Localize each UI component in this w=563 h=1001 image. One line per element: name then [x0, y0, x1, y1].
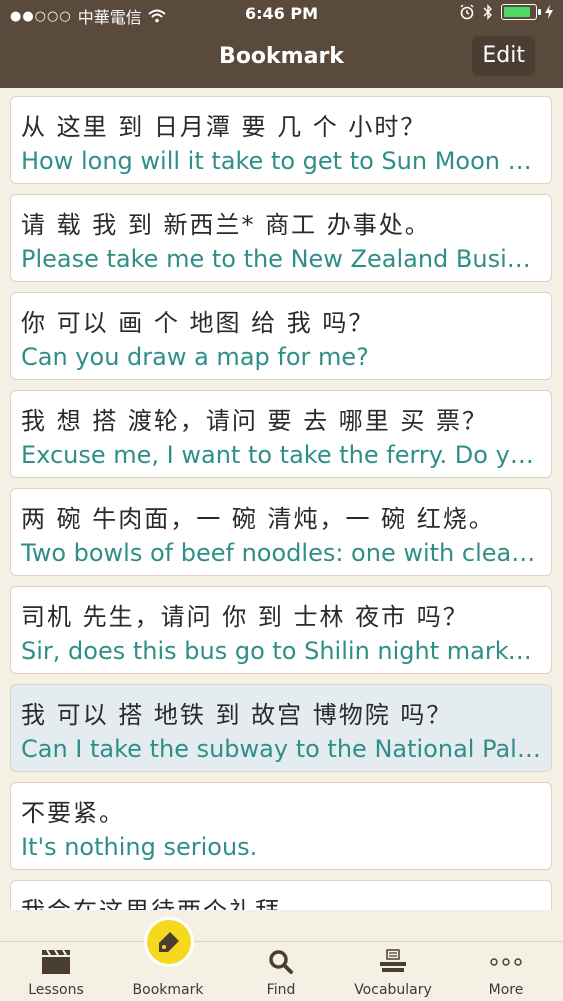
tag-icon	[159, 932, 179, 952]
tab-label: Find	[266, 982, 296, 998]
chinese-phrase: 我会在这里待两个礼拜。	[21, 891, 541, 910]
tab-label: Lessons	[28, 982, 84, 998]
edit-button[interactable]: Edit	[472, 36, 535, 76]
tab-label: Bookmark	[132, 982, 204, 998]
english-translation: Excuse me, I want to take the ferry. Do …	[21, 441, 543, 469]
bookmark-tab-bubble[interactable]	[144, 917, 194, 967]
english-translation: Please take me to the New Zealand Busine…	[21, 245, 543, 273]
tab-label: Vocabulary	[354, 982, 432, 998]
list-item[interactable]: 两 碗 牛肉面，一 碗 清炖，一 碗 红烧。 Two bowls of beef…	[10, 488, 552, 576]
chinese-phrase: 你 可以 画 个 地图 给 我 吗？	[21, 309, 375, 337]
english-translation: It's nothing serious.	[21, 833, 258, 861]
bluetooth-icon	[483, 4, 492, 20]
clapperboard-icon	[42, 949, 70, 974]
list-item[interactable]: 不要紧。 It's nothing serious.	[10, 782, 552, 870]
english-translation: How long will it take to get to Sun Moon…	[21, 147, 543, 175]
list-item[interactable]: 你 可以 画 个 地图 给 我 吗？ Can you draw a map fo…	[10, 292, 552, 380]
chinese-phrase: 我 想 搭 渡轮，请问 要 去 哪里 买 票？	[21, 407, 489, 435]
alarm-icon	[460, 4, 474, 20]
chinese-phrase: 请 载 我 到 新西兰* 商工 办事处。	[21, 211, 431, 239]
english-translation: Sir, does this bus go to Shilin night ma…	[21, 637, 543, 665]
list-item-selected[interactable]: 我 可以 搭 地铁 到 故宫 博物院 吗？ Can I take the sub…	[10, 684, 552, 772]
status-bar: ●●○○○ 中華電信 6:46 PM	[0, 0, 563, 30]
vocabulary-icon	[380, 949, 406, 972]
english-translation: Two bowls of beef noodles: one with clea…	[21, 539, 543, 567]
chinese-phrase: 司机 先生，请问 你 到 士林 夜市 吗？	[21, 603, 469, 631]
list-item[interactable]: 从 这里 到 日月潭 要 几 个 小时？ How long will it ta…	[10, 96, 552, 184]
tab-vocabulary[interactable]: Vocabulary	[337, 942, 449, 1001]
tab-more[interactable]: More	[450, 942, 562, 1001]
battery-icon	[501, 4, 541, 20]
top-bar: ●●○○○ 中華電信 6:46 PM Bookmark Edit	[0, 0, 563, 88]
list-item[interactable]: 司机 先生，请问 你 到 士林 夜市 吗？ Sir, does this bus…	[10, 586, 552, 674]
list-item[interactable]: 我会在这里待两个礼拜。	[10, 880, 552, 910]
tab-find[interactable]: Find	[225, 942, 337, 1001]
more-dots-icon	[490, 958, 522, 966]
list-item[interactable]: 请 载 我 到 新西兰* 商工 办事处。 Please take me to t…	[10, 194, 552, 282]
tab-bar: Lessons Bookmark Find Vocabulary More	[0, 941, 563, 1001]
english-translation: Can I take the subway to the National Pa…	[21, 735, 543, 763]
chinese-phrase: 不要紧。	[21, 799, 125, 827]
english-translation: Can you draw a map for me?	[21, 343, 369, 371]
chinese-phrase: 我 可以 搭 地铁 到 故宫 博物院 吗？	[21, 701, 453, 729]
tab-label: More	[488, 982, 524, 998]
bookmark-list: 从 这里 到 日月潭 要 几 个 小时？ How long will it ta…	[0, 88, 563, 910]
search-icon	[269, 950, 293, 974]
tab-lessons[interactable]: Lessons	[0, 942, 112, 1001]
charging-icon	[545, 5, 553, 19]
chinese-phrase: 从 这里 到 日月潭 要 几 个 小时？	[21, 113, 427, 141]
chinese-phrase: 两 碗 牛肉面，一 碗 清炖，一 碗 红烧。	[21, 505, 495, 533]
list-item[interactable]: 我 想 搭 渡轮，请问 要 去 哪里 买 票？ Excuse me, I wan…	[10, 390, 552, 478]
